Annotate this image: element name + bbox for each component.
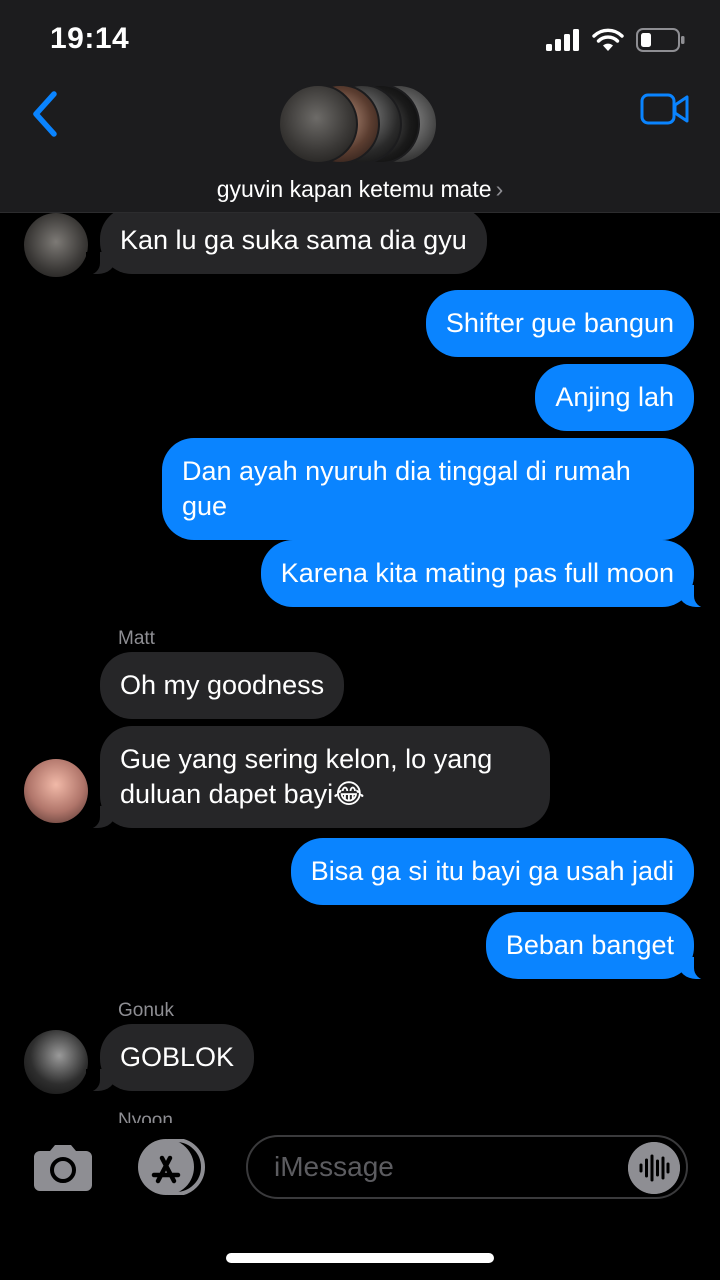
outgoing-message[interactable]: Beban banget [485,912,709,980]
back-chevron-icon[interactable] [28,90,62,138]
conversation-title[interactable]: gyuvin kapan ketemu mate › [0,176,720,203]
group-avatar-1 [278,84,358,164]
wifi-icon [592,28,624,51]
outgoing-message[interactable]: Dan ayah nyuruh dia tinggal di rumah gue [162,438,694,540]
status-icons [546,28,686,52]
cellular-signal-icon [546,29,579,51]
outgoing-message[interactable]: Bisa ga si itu bayi ga usah jadi [290,838,694,905]
group-avatars[interactable] [278,84,448,166]
camera-icon[interactable] [32,1143,94,1191]
home-indicator[interactable] [226,1253,494,1263]
message-input[interactable]: iMessage [246,1135,688,1199]
status-time: 19:14 [50,22,130,55]
sender-avatar [24,1030,88,1094]
incoming-message[interactable]: GOBLOK [85,1024,255,1092]
message-input-placeholder: iMessage [274,1151,394,1182]
sender-name: Gonuk [118,1000,174,1021]
battery-icon [636,28,685,52]
outgoing-message[interactable]: Karena kita mating pas full moon [260,540,709,608]
incoming-message[interactable]: Gue yang sering kelon, lo yang duluan da… [86,726,550,829]
incoming-message[interactable]: Oh my goodness [100,652,345,719]
outgoing-message[interactable]: Shifter gue bangun [425,290,694,357]
incoming-message[interactable]: Kan lu ga suka sama dia gyu [86,213,487,275]
sender-avatar [24,759,88,823]
audio-waveform-icon[interactable] [628,1142,680,1194]
status-bar: 19:14 [0,0,720,84]
outgoing-message[interactable]: Anjing lah [535,364,694,431]
video-camera-icon[interactable] [640,92,690,126]
group-name: gyuvin kapan ketemu mate [216,176,492,202]
sender-name: Matt [118,628,155,649]
app-store-icon[interactable] [136,1139,208,1195]
message-list[interactable]: Kan lu ga suka sama dia gyu Shifter gue … [0,213,720,1123]
conversation-header: gyuvin kapan ketemu mate › [0,84,720,213]
sender-name: Nyoon [118,1110,173,1123]
chevron-right-icon: › [495,176,504,202]
sender-avatar [24,213,88,277]
